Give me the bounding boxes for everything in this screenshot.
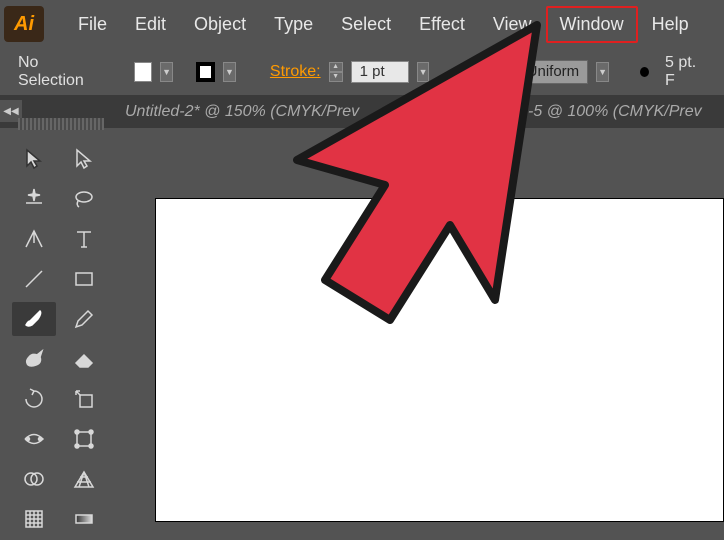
brush-size: 5 pt. F [665,54,706,90]
brush-preview-icon [640,67,649,77]
rotate-tool[interactable] [12,382,56,416]
fill-swatch[interactable] [134,62,152,82]
shape-builder-tool[interactable] [12,462,56,496]
menu-effect[interactable]: Effect [405,6,479,43]
perspective-grid-tool[interactable] [62,462,106,496]
gradient-tool[interactable] [62,502,106,536]
menu-edit[interactable]: Edit [121,6,180,43]
canvas-area [115,128,724,522]
stroke-stepper[interactable]: ▲ ▼ [329,62,343,82]
profile-dropdown[interactable]: ▼ [596,62,609,82]
rectangle-tool[interactable] [62,262,106,296]
document-tab-2[interactable]: d-5 @ 100% (CMYK/Prev [509,103,712,121]
menu-file[interactable]: File [64,6,121,43]
free-transform-tool[interactable] [62,422,106,456]
selection-tool[interactable] [12,142,56,176]
menu-help[interactable]: Help [638,6,703,43]
menu-type[interactable]: Type [260,6,327,43]
blob-brush-tool[interactable] [12,342,56,376]
stroke-value-field[interactable]: 1 pt [351,61,409,83]
menu-view[interactable]: View [479,6,546,43]
toolbar-grip[interactable] [18,118,104,130]
document-tab-1[interactable]: Untitled-2* @ 150% (CMYK/Prev [115,103,369,121]
tools-panel [8,138,110,540]
artboard[interactable] [155,198,724,522]
stroke-label[interactable]: Stroke: [270,63,321,81]
menu-object[interactable]: Object [180,6,260,43]
paintbrush-tool[interactable] [12,302,56,336]
selection-status: No Selection [18,54,100,90]
control-bar: No Selection ▼ ▼ Stroke: ▲ ▼ 1 pt ▼ Unif… [0,48,724,96]
stroke-step-down[interactable]: ▼ [329,72,343,82]
width-tool[interactable] [12,422,56,456]
stroke-swatch-dropdown[interactable]: ▼ [223,62,236,82]
stroke-swatch[interactable] [196,62,215,82]
lasso-tool[interactable] [62,182,106,216]
pencil-tool[interactable] [62,302,106,336]
type-tool[interactable] [62,222,106,256]
pen-tool[interactable] [12,222,56,256]
stroke-value-dropdown[interactable]: ▼ [417,62,430,82]
menu-bar: Ai File Edit Object Type Select Effect V… [0,0,724,48]
mesh-tool[interactable] [12,502,56,536]
line-tool[interactable] [12,262,56,296]
profile-field[interactable]: Uniform [518,60,589,84]
stroke-step-up[interactable]: ▲ [329,62,343,72]
magic-wand-tool[interactable] [12,182,56,216]
menu-select[interactable]: Select [327,6,405,43]
scale-tool[interactable] [62,382,106,416]
app-logo: Ai [4,6,44,42]
eraser-tool[interactable] [62,342,106,376]
fill-dropdown[interactable]: ▼ [160,62,173,82]
menu-window[interactable]: Window [546,6,638,43]
direct-selection-tool[interactable] [62,142,106,176]
document-tabs: Untitled-2* @ 150% (CMYK/Prev d-5 @ 100%… [0,96,724,128]
